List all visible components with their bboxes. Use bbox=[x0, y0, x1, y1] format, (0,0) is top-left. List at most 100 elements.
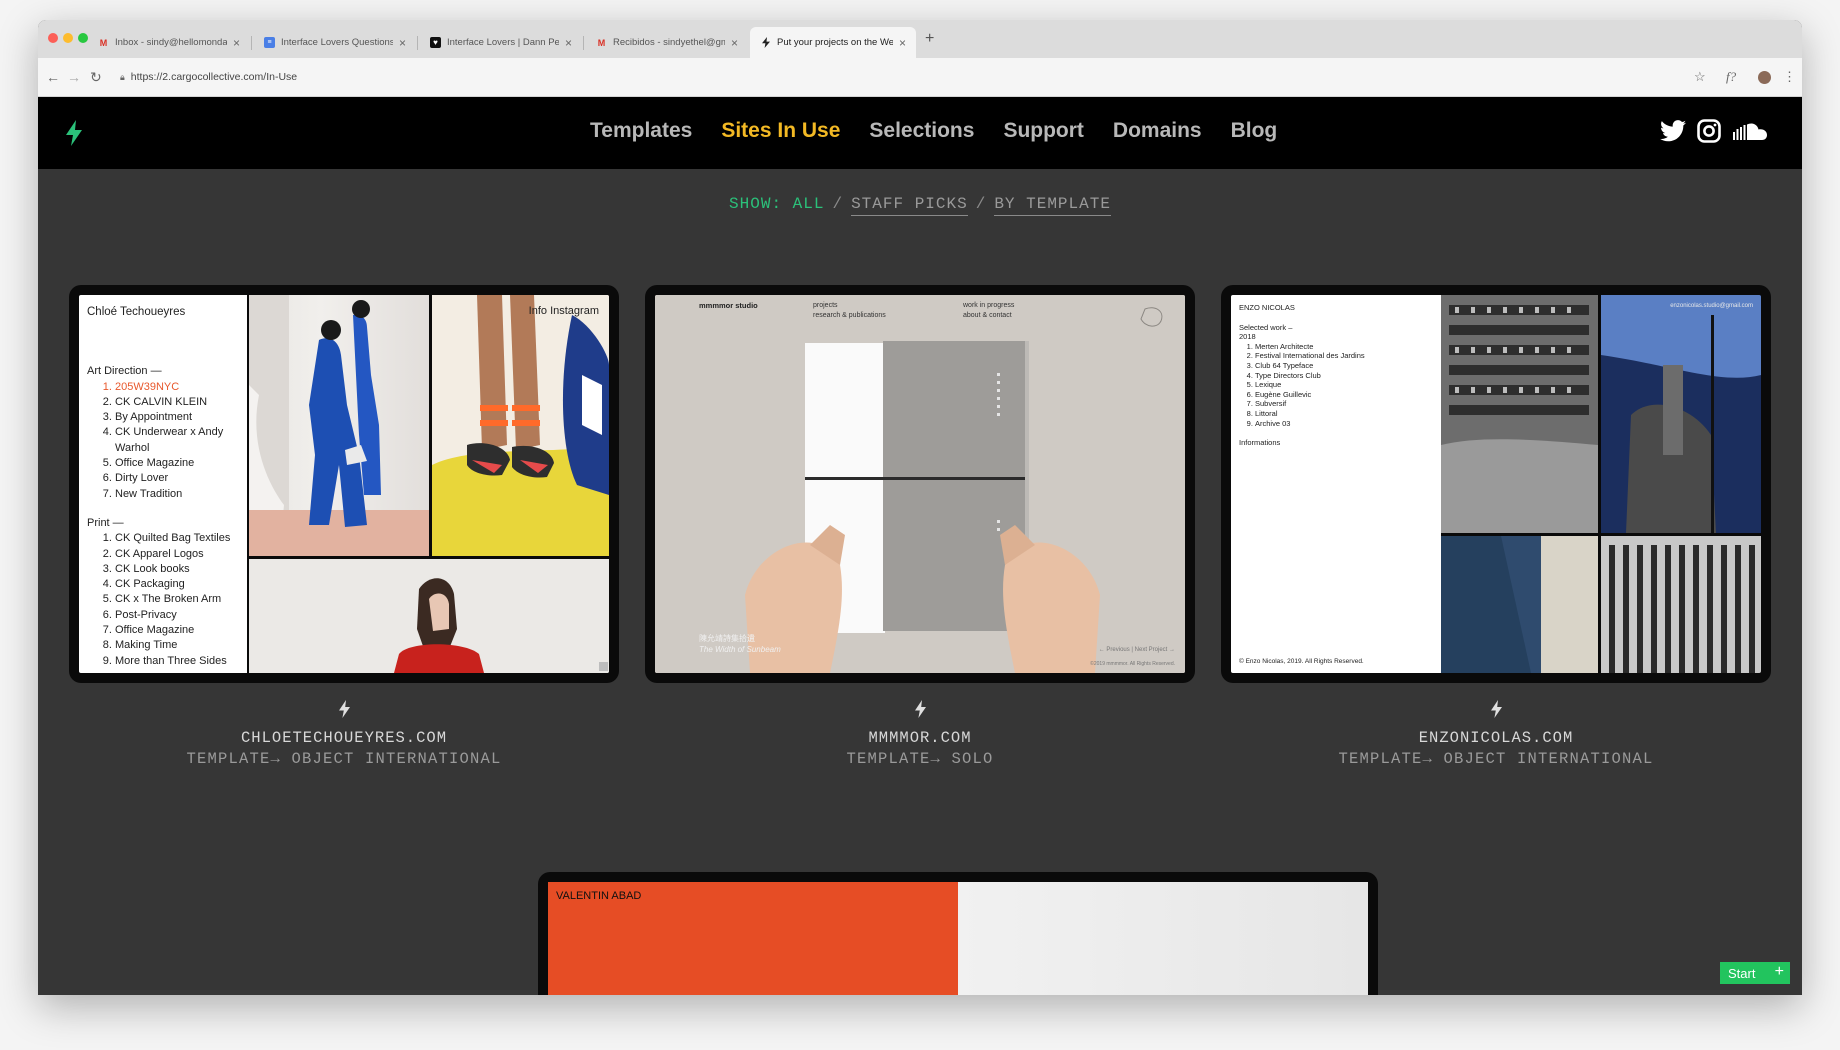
preview-photo-grid bbox=[1441, 295, 1761, 673]
reload-button[interactable]: ↻ bbox=[90, 69, 102, 86]
url-text: https://2.cargocollective.com/In-Use bbox=[130, 71, 298, 83]
browser-tab-active[interactable]: Put your projects on the Web. × bbox=[750, 27, 916, 58]
profile-avatar[interactable] bbox=[1758, 71, 1771, 84]
browser-tab[interactable]: ♥ Interface Lovers | Dann Petty × bbox=[420, 27, 582, 58]
preview-list-item: Office Magazine bbox=[115, 456, 239, 471]
nav-selections[interactable]: Selections bbox=[869, 119, 974, 143]
nav-templates[interactable]: Templates bbox=[590, 119, 692, 143]
preview-list-item: Littoral bbox=[1255, 409, 1433, 419]
preview-list-item: Lexique bbox=[1255, 380, 1433, 390]
preview-title: VALENTIN ABAD bbox=[556, 890, 642, 902]
close-window-button[interactable] bbox=[48, 33, 58, 43]
close-icon[interactable]: × bbox=[399, 36, 406, 50]
preview-list-item: CK x The Broken Arm bbox=[115, 592, 239, 607]
filter-staff-picks[interactable]: STAFF PICKS bbox=[851, 195, 968, 216]
browser-tab[interactable]: M Recibidos - sindyethel@gmail × bbox=[586, 27, 748, 58]
bolt-icon bbox=[760, 37, 771, 48]
bookmark-star-icon[interactable]: ☆ bbox=[1694, 69, 1706, 85]
site-header: Templates Sites In Use Selections Suppor… bbox=[38, 97, 1802, 169]
preview-nav-link: work in progress bbox=[963, 302, 1015, 309]
site-card-mmmmor[interactable]: mmmmor studio projects research & public… bbox=[645, 285, 1195, 683]
preview-nav-link: about & contact bbox=[963, 312, 1012, 319]
close-icon[interactable]: × bbox=[899, 36, 906, 50]
maximize-window-button[interactable] bbox=[78, 33, 88, 43]
tab-title: Recibidos - sindyethel@gmail bbox=[613, 37, 725, 48]
nav-domains[interactable]: Domains bbox=[1113, 119, 1202, 143]
preview-project-caption: 陳允靖詩集拾遺 The Width of Sunbeam bbox=[699, 633, 781, 655]
preview-nav-links: Info Instagram bbox=[528, 305, 599, 317]
site-domain-link[interactable]: MMMMOR.COM bbox=[645, 729, 1195, 747]
preview-list-item: Dirty Lover bbox=[115, 471, 239, 486]
new-tab-button[interactable]: + bbox=[925, 30, 934, 48]
tab-title: Interface Lovers Questions - S bbox=[281, 37, 393, 48]
preview-list-item: Archive 03 bbox=[1255, 419, 1433, 429]
preview-footer: © Enzo Nicolas, 2019. All Rights Reserve… bbox=[1239, 658, 1364, 666]
preview-list-item: More than Three Sides bbox=[115, 654, 239, 669]
cargo-bolt-icon bbox=[645, 700, 1195, 723]
docs-icon: ≡ bbox=[264, 37, 275, 48]
font-extension-icon[interactable]: f? bbox=[1726, 69, 1736, 85]
site-card-chloetechoueyres[interactable]: Chloé Techoueyres Art Direction — 205W39… bbox=[69, 285, 619, 683]
preview-list-item: Subversif bbox=[1255, 399, 1433, 409]
soundcloud-icon[interactable] bbox=[1733, 123, 1767, 146]
preview-list-item: Festival International des Jardins bbox=[1255, 351, 1433, 361]
tab-title: Inbox - sindy@hellomonday.cc bbox=[115, 37, 227, 48]
preview-nav-link: research & publications bbox=[813, 312, 886, 319]
preview-list-item: 205W39NYC bbox=[115, 380, 239, 395]
close-icon[interactable]: × bbox=[565, 36, 572, 50]
site-preview: VALENTIN ABAD bbox=[548, 882, 1368, 995]
nav-support[interactable]: Support bbox=[1003, 119, 1083, 143]
menu-icon[interactable]: ⋮ bbox=[1783, 69, 1796, 85]
preview-list-item: Eugène Guillevic bbox=[1255, 390, 1433, 400]
filter-label[interactable]: SHOW: ALL bbox=[729, 195, 824, 213]
browser-tab[interactable]: ≡ Interface Lovers Questions - S × bbox=[254, 27, 416, 58]
site-card-valentinabad[interactable]: VALENTIN ABAD bbox=[538, 872, 1378, 995]
nav-sites-in-use[interactable]: Sites In Use bbox=[721, 119, 840, 143]
close-icon[interactable]: × bbox=[731, 36, 738, 50]
preview-list-item: CK Apparel Logos bbox=[115, 547, 239, 562]
preview-list-item: CK Underwear x Andy Warhol bbox=[115, 425, 239, 456]
nav-blog[interactable]: Blog bbox=[1231, 119, 1278, 143]
preview-caption-cn: 陳允靖詩集拾遺 bbox=[699, 634, 755, 643]
preview-photo-blue-dress bbox=[249, 295, 429, 556]
site-domain-link[interactable]: CHLOETECHOUEYRES.COM bbox=[69, 729, 619, 747]
preview-email: enzonicolas.studio@gmail.com bbox=[1670, 303, 1753, 309]
gmail-icon: M bbox=[597, 37, 606, 48]
instagram-icon[interactable] bbox=[1697, 119, 1721, 148]
preview-nav-col1: projects research & publications bbox=[813, 301, 886, 321]
preview-year: 2018 bbox=[1239, 332, 1256, 342]
site-template-link[interactable]: TEMPLATE→ OBJECT INTERNATIONAL bbox=[69, 750, 619, 768]
browser-tab[interactable]: M Inbox - sindy@hellomonday.cc × bbox=[88, 27, 250, 58]
cargo-bolt-icon bbox=[69, 700, 619, 723]
close-icon[interactable]: × bbox=[233, 36, 240, 50]
start-button[interactable]: Start + bbox=[1720, 962, 1790, 984]
start-button-label: Start bbox=[1728, 965, 1756, 981]
twitter-icon[interactable] bbox=[1660, 119, 1686, 148]
filter-bar: SHOW: ALL / STAFF PICKS / BY TEMPLATE bbox=[38, 195, 1802, 216]
site-card-enzonicolas[interactable]: ENZO NICOLAS Selected work – 2018 Merten… bbox=[1221, 285, 1771, 683]
preview-menu: Chloé Techoueyres Art Direction — 205W39… bbox=[79, 295, 247, 673]
cargo-bolt-icon bbox=[1221, 700, 1771, 723]
preview-photo-sneakers: Info Instagram bbox=[432, 295, 609, 556]
preview-nav-link: projects bbox=[813, 302, 838, 309]
preview-list-item: CK Quilted Bag Textiles bbox=[115, 531, 239, 546]
site-template-link[interactable]: TEMPLATE→ SOLO bbox=[645, 750, 1195, 768]
minimize-window-button[interactable] bbox=[63, 33, 73, 43]
preview-list-item: CK Look books bbox=[115, 562, 239, 577]
preview-section-heading: Art Direction — bbox=[87, 365, 162, 378]
site-domain-link[interactable]: ENZONICOLAS.COM bbox=[1221, 729, 1771, 747]
site-template-link[interactable]: TEMPLATE→ OBJECT INTERNATIONAL bbox=[1221, 750, 1771, 768]
preview-title: Chloé Techoueyres bbox=[87, 306, 186, 318]
plus-icon: + bbox=[1774, 963, 1784, 980]
url-field[interactable]: 🔒︎ https://2.cargocollective.com/In-Use bbox=[120, 71, 297, 83]
preview-section-heading: Selected work – bbox=[1239, 322, 1293, 332]
site-caption: CHLOETECHOUEYRES.COM TEMPLATE→ OBJECT IN… bbox=[69, 700, 619, 768]
back-button[interactable]: ← bbox=[46, 69, 60, 85]
site-caption: ENZONICOLAS.COM TEMPLATE→ OBJECT INTERNA… bbox=[1221, 700, 1771, 768]
forward-button[interactable]: → bbox=[67, 69, 81, 85]
cargo-logo-icon[interactable] bbox=[66, 120, 82, 151]
main-nav: Templates Sites In Use Selections Suppor… bbox=[590, 119, 1277, 143]
tab-strip: M Inbox - sindy@hellomonday.cc × ≡ Inter… bbox=[38, 20, 1802, 58]
preview-section-heading: Print — bbox=[87, 516, 124, 529]
filter-by-template[interactable]: BY TEMPLATE bbox=[994, 195, 1111, 216]
